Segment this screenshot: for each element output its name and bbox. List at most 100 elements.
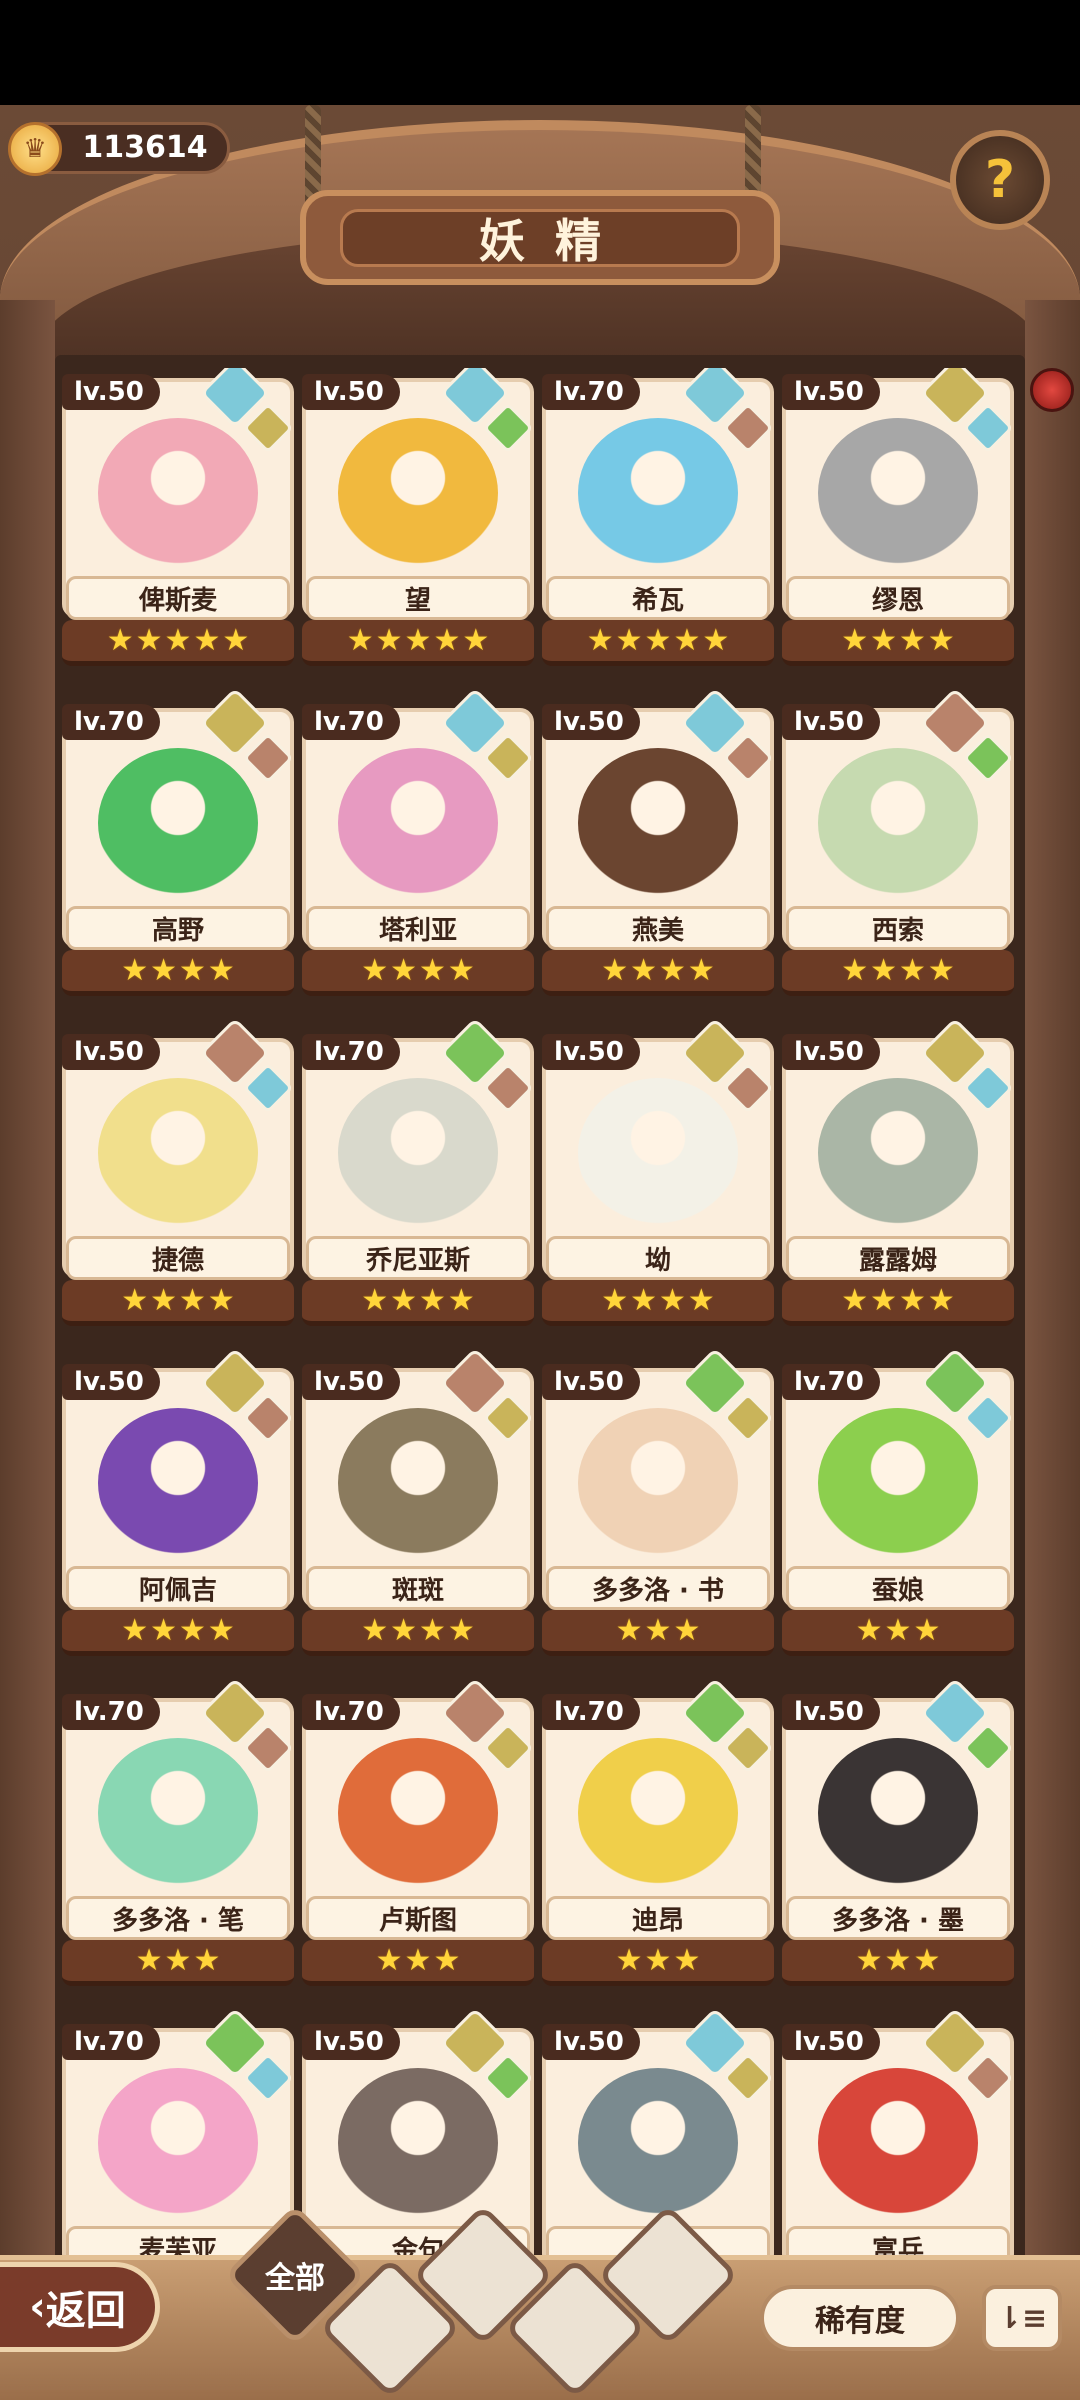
star-rating: ★ ★ ★ ★ <box>782 1280 1014 1326</box>
level-badge: lv.70 <box>302 1694 400 1730</box>
star-icon: ★ <box>630 952 657 988</box>
level-badge: lv.70 <box>62 704 160 740</box>
fairy-portrait <box>818 418 978 568</box>
name-ribbon: 斑斑 <box>306 1566 530 1610</box>
fairy-portrait <box>98 418 258 568</box>
fairy-card[interactable]: lv.50 西索 ★ ★ ★ ★ <box>782 687 1014 1003</box>
name-ribbon: 阿佩吉 <box>66 1566 290 1610</box>
fairy-name: 缪恩 <box>871 585 924 616</box>
star-icon: ★ <box>419 952 446 988</box>
star-icon: ★ <box>135 622 163 658</box>
level-badge: lv.50 <box>542 704 640 740</box>
star-icon: ★ <box>841 622 869 658</box>
fairy-card[interactable]: lv.50 望 ★ ★ ★ ★ ★ <box>302 368 534 673</box>
fairy-portrait <box>98 1078 258 1228</box>
star-icon: ★ <box>462 622 490 658</box>
fairy-card[interactable]: lv.50 缪恩 ★ ★ ★ ★ <box>782 368 1014 673</box>
fairy-portrait <box>98 1408 258 1558</box>
fairy-card[interactable]: lv.70 乔尼亚斯 ★ ★ ★ ★ <box>302 1017 534 1333</box>
fairy-card[interactable]: lv.50 斑斑 ★ ★ ★ ★ <box>302 1347 534 1663</box>
fairy-card[interactable]: lv.50 多多洛 · 墨 ★ ★ ★ <box>782 1677 1014 1993</box>
star-icon: ★ <box>687 1282 715 1318</box>
fairy-name: 高野 <box>151 915 204 946</box>
fairy-name: 多多洛 · 笔 <box>112 1905 244 1936</box>
fairy-portrait <box>818 1738 978 1888</box>
level-badge: lv.50 <box>62 374 160 410</box>
star-icon: ★ <box>121 952 149 988</box>
fairy-card[interactable]: lv.50 多多洛 · 书 ★ ★ ★ <box>542 1347 774 1663</box>
level-badge: lv.50 <box>782 374 880 410</box>
back-button[interactable]: ‹ 返回 <box>0 2262 160 2352</box>
level-badge: lv.50 <box>62 1364 160 1400</box>
fairy-card[interactable]: lv.70 迪昂 ★ ★ ★ <box>542 1677 774 1993</box>
star-icon: ★ <box>884 1612 912 1648</box>
fairy-card[interactable]: lv.70 高野 ★ ★ ★ ★ <box>62 687 294 1003</box>
fairy-card[interactable]: lv.50 坳 ★ ★ ★ ★ <box>542 1017 774 1333</box>
star-rating: ★ ★ ★ <box>782 1940 1014 1986</box>
star-rating: ★ ★ ★ ★ <box>302 950 534 996</box>
fairy-card[interactable]: lv.50 俾斯麦 ★ ★ ★ ★ ★ <box>62 368 294 673</box>
star-icon: ★ <box>361 1612 389 1648</box>
level-badge: lv.50 <box>542 1364 640 1400</box>
star-rating: ★ ★ ★ ★ ★ <box>542 620 774 666</box>
star-icon: ★ <box>855 1942 883 1978</box>
sort-order-button[interactable]: ⇂≡ <box>982 2285 1062 2351</box>
fairy-card[interactable]: lv.50 燕美 ★ ★ ★ ★ <box>542 687 774 1003</box>
fairy-portrait <box>578 748 738 898</box>
fairy-portrait <box>338 748 498 898</box>
level-badge: lv.50 <box>542 1034 640 1070</box>
star-icon: ★ <box>841 1282 869 1318</box>
name-ribbon: 望 <box>306 576 530 620</box>
star-icon: ★ <box>927 952 955 988</box>
sort-rarity-button[interactable]: 稀有度 <box>760 2285 960 2351</box>
ladybug-badge-icon <box>1030 368 1074 412</box>
fairy-card[interactable]: lv.50 捷德 ★ ★ ★ ★ <box>62 1017 294 1333</box>
star-icon: ★ <box>390 1282 417 1318</box>
back-label: 返回 <box>45 2288 126 2334</box>
fairy-portrait <box>338 418 498 568</box>
level-badge: lv.70 <box>782 1364 880 1400</box>
star-rating: ★ ★ ★ <box>302 1940 534 1986</box>
fairy-card[interactable]: lv.70 卢斯图 ★ ★ ★ <box>302 1677 534 1993</box>
fairy-portrait <box>578 418 738 568</box>
star-icon: ★ <box>193 1942 221 1978</box>
star-icon: ★ <box>673 1942 701 1978</box>
fairy-portrait <box>338 2068 498 2218</box>
star-icon: ★ <box>644 1942 672 1978</box>
fairy-name: 望 <box>404 585 431 616</box>
star-rating: ★ ★ ★ <box>542 1610 774 1656</box>
name-ribbon: 迪昂 <box>546 1896 770 1940</box>
star-icon: ★ <box>884 1942 912 1978</box>
fairy-card[interactable]: lv.70 蚕娘 ★ ★ ★ <box>782 1347 1014 1663</box>
help-button[interactable]: ? <box>950 130 1050 230</box>
star-icon: ★ <box>222 622 250 658</box>
star-rating: ★ ★ ★ ★ <box>302 1280 534 1326</box>
star-icon: ★ <box>601 952 629 988</box>
star-icon: ★ <box>870 622 897 658</box>
star-icon: ★ <box>390 1612 417 1648</box>
level-badge: lv.70 <box>62 1694 160 1730</box>
star-rating: ★ ★ ★ <box>62 1940 294 1986</box>
star-icon: ★ <box>419 1282 446 1318</box>
fairy-name: 富兵 <box>871 2235 924 2259</box>
name-ribbon: 燕美 <box>546 906 770 950</box>
name-ribbon: 坳 <box>546 1236 770 1280</box>
fairy-card[interactable]: lv.70 希瓦 ★ ★ ★ ★ ★ <box>542 368 774 673</box>
fairy-card[interactable]: lv.50富兵★★★ <box>782 2007 1014 2259</box>
fairy-name: 阿佩吉 <box>138 1575 217 1606</box>
star-icon: ★ <box>390 952 417 988</box>
fairy-card[interactable]: lv.70 塔利亚 ★ ★ ★ ★ <box>302 687 534 1003</box>
fairy-card[interactable]: lv.70麦芙亚★★★ <box>62 2007 294 2258</box>
star-icon: ★ <box>121 1612 149 1648</box>
fairy-name: 多多洛 · 墨 <box>832 1905 964 1936</box>
fairy-card[interactable]: lv.50 阿佩吉 ★ ★ ★ ★ <box>62 1347 294 1663</box>
fairy-card[interactable]: lv.50 露露姆 ★ ★ ★ ★ <box>782 1017 1014 1333</box>
fairy-card[interactable]: lv.70 多多洛 · 笔 ★ ★ ★ <box>62 1677 294 1993</box>
fairy-portrait <box>98 2068 258 2218</box>
star-rating: ★ ★ ★ ★ ★ <box>302 620 534 666</box>
sort-rarity-label: 稀有度 <box>815 2304 905 2339</box>
name-ribbon: 乔尼亚斯 <box>306 1236 530 1280</box>
star-icon: ★ <box>913 1612 941 1648</box>
star-rating: ★ ★ ★ <box>782 1610 1014 1656</box>
fairy-name: 俾斯麦 <box>138 585 217 616</box>
